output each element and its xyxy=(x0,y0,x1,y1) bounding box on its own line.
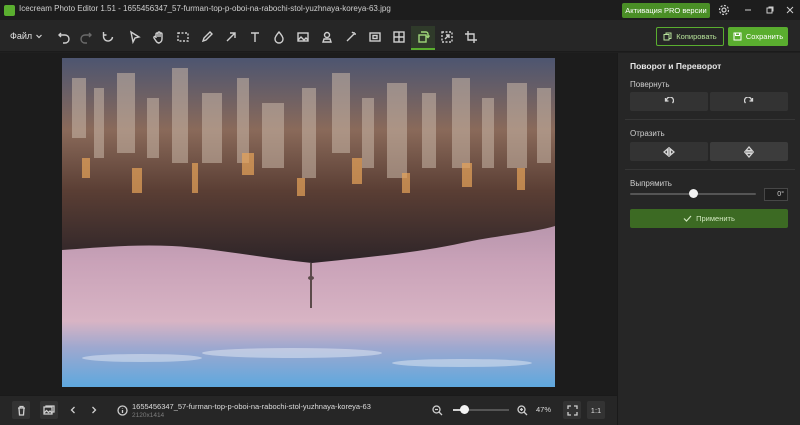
select-rect-icon[interactable] xyxy=(173,27,193,47)
gallery-icon[interactable] xyxy=(40,401,58,419)
pro-activation-button[interactable]: Активация PRO версии xyxy=(622,3,710,18)
divider xyxy=(625,119,795,120)
arrow-icon[interactable] xyxy=(221,27,241,47)
angle-input[interactable]: 0° xyxy=(764,188,788,201)
next-image-icon[interactable] xyxy=(85,401,103,419)
straighten-label: Выпрямить xyxy=(630,179,672,188)
rotate-left-button[interactable] xyxy=(630,92,708,111)
settings-icon[interactable] xyxy=(716,3,732,17)
reset-icon[interactable] xyxy=(98,27,118,47)
flip-horizontal-icon xyxy=(663,146,675,157)
apply-button-label: Применить xyxy=(696,214,735,223)
undo-icon[interactable] xyxy=(54,27,74,47)
flip-horizontal-button[interactable] xyxy=(630,142,708,161)
minimize-icon[interactable] xyxy=(740,3,756,17)
actual-size-button[interactable]: 1:1 xyxy=(587,401,605,419)
magic-wand-icon[interactable] xyxy=(341,27,361,47)
photo-preview[interactable] xyxy=(62,58,555,387)
save-button-label: Сохранить xyxy=(745,32,784,41)
file-name: 1655456347_57-furman-top-p-oboi-na-raboc… xyxy=(132,402,371,411)
zoom-in-icon[interactable] xyxy=(513,401,531,419)
pen-icon[interactable] xyxy=(197,27,217,47)
divider xyxy=(625,169,795,170)
flip-vertical-icon xyxy=(744,145,754,158)
close-icon[interactable] xyxy=(782,3,798,17)
image-icon[interactable] xyxy=(293,27,313,47)
copy-button[interactable]: Копировать xyxy=(656,27,724,46)
rotate-label: Повернуть xyxy=(630,80,670,89)
stamp-icon[interactable] xyxy=(317,27,337,47)
zoom-level: 47% xyxy=(536,405,552,414)
copy-button-label: Копировать xyxy=(676,32,717,41)
delete-icon[interactable] xyxy=(12,401,30,419)
city-photo-image xyxy=(62,58,555,387)
rotate-left-icon xyxy=(664,96,674,103)
text-icon[interactable] xyxy=(245,27,265,47)
rotate-flip-icon[interactable] xyxy=(411,26,435,50)
zoom-out-icon[interactable] xyxy=(428,401,446,419)
window-title: Icecream Photo Editor 1.51 - 1655456347_… xyxy=(19,4,391,13)
fit-screen-icon[interactable] xyxy=(563,401,581,419)
panel-title: Поворот и Переворот xyxy=(630,61,722,71)
drop-icon[interactable] xyxy=(269,27,289,47)
save-button[interactable]: Сохранить xyxy=(728,27,788,46)
copy-icon xyxy=(663,32,672,41)
resize-icon[interactable] xyxy=(437,27,457,47)
rotate-right-icon xyxy=(744,96,754,103)
split-icon[interactable] xyxy=(389,27,409,47)
previous-image-icon[interactable] xyxy=(64,401,82,419)
image-dimensions: 2120x1414 xyxy=(132,412,165,419)
crop-icon[interactable] xyxy=(461,27,481,47)
file-menu-label: Файл xyxy=(10,31,33,41)
hand-icon[interactable] xyxy=(149,27,169,47)
restore-icon[interactable] xyxy=(762,3,778,17)
rotate-right-button[interactable] xyxy=(710,92,788,111)
save-icon xyxy=(733,32,742,41)
zoom-slider-thumb[interactable] xyxy=(460,405,469,414)
info-icon[interactable] xyxy=(113,401,131,419)
apply-button[interactable]: Применить xyxy=(630,209,788,228)
redo-icon[interactable] xyxy=(76,27,96,47)
flip-label: Отразить xyxy=(630,129,665,138)
file-menu[interactable]: Файл xyxy=(10,29,43,43)
check-icon xyxy=(683,215,692,222)
crop-frame-icon[interactable] xyxy=(365,27,385,47)
chevron-down-icon xyxy=(36,34,43,39)
app-logo-icon xyxy=(4,5,15,16)
flip-vertical-button[interactable] xyxy=(710,142,788,161)
cursor-icon[interactable] xyxy=(125,27,145,47)
straighten-slider-thumb[interactable] xyxy=(689,189,698,198)
